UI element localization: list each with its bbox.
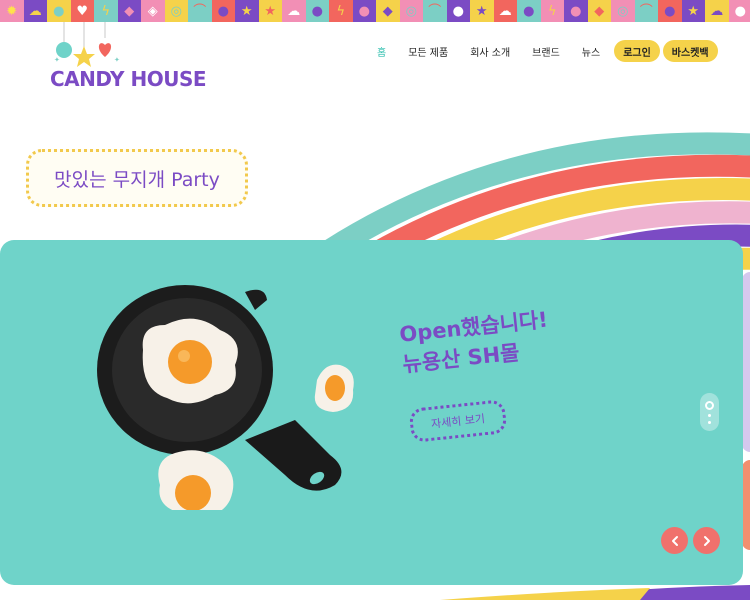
- bear-icon: ●: [728, 0, 750, 22]
- candy-pattern-strip: ✹ ☁ ● ♥ ϟ ◆ ◈ ◎ ⌒ ● ★ ★ ☁ ● ϟ ● ◆ ◎ ⌒ ● …: [0, 0, 750, 22]
- bear-icon: ●: [47, 0, 71, 22]
- svg-text:✦: ✦: [114, 56, 120, 64]
- lightning-icon: ϟ: [329, 0, 353, 22]
- pager-dot[interactable]: [708, 413, 711, 417]
- candy-icon: ◈: [141, 0, 165, 22]
- nav-item-news[interactable]: 뉴스: [571, 44, 611, 59]
- heart-icon: ♥: [70, 0, 94, 22]
- nav-item-about[interactable]: 회사 소개: [459, 44, 521, 59]
- view-details-label: 자세히 보기: [430, 412, 486, 431]
- candy-icon: ◆: [376, 0, 400, 22]
- nav-item-brand[interactable]: 브랜드: [521, 44, 571, 59]
- next-slide-button[interactable]: [693, 527, 720, 554]
- ring-icon: ◎: [611, 0, 635, 22]
- cane-icon: ⌒: [634, 0, 658, 22]
- hero-slider: [0, 240, 743, 585]
- bear-icon: ●: [517, 0, 541, 22]
- chevron-left-icon: [671, 535, 678, 546]
- nav-item-home[interactable]: 홈: [366, 44, 397, 59]
- lightning-icon: ϟ: [94, 0, 118, 22]
- circle-icon: ●: [564, 0, 588, 22]
- next-slide-peek: [742, 272, 750, 452]
- circle-icon: ●: [446, 0, 470, 22]
- brand-name: CANDY HOUSE: [50, 67, 207, 91]
- circle-icon: ●: [658, 0, 682, 22]
- nav-item-all-products[interactable]: 모든 제품: [397, 44, 459, 59]
- tagline-text: 맛있는 무지개 Party: [54, 168, 220, 191]
- slide-pager[interactable]: [700, 393, 719, 431]
- chevron-right-icon: [703, 535, 710, 546]
- pager-dot[interactable]: [708, 420, 711, 424]
- star-icon: ★: [470, 0, 494, 22]
- cloud-icon: ☁: [23, 0, 47, 22]
- bottom-rainbow-edge: [0, 585, 750, 600]
- cane-icon: ⌒: [423, 0, 447, 22]
- prev-slide-button[interactable]: [661, 527, 688, 554]
- cane-icon: ⌒: [188, 0, 212, 22]
- star-icon: ★: [681, 0, 705, 22]
- lightning-icon: ϟ: [540, 0, 564, 22]
- sun-icon: ✹: [0, 0, 24, 22]
- next-slide-peek-lower: [742, 460, 750, 550]
- circle-icon: ●: [211, 0, 235, 22]
- brand-logo[interactable]: ✦ ✦ CANDY HOUSE: [48, 22, 207, 92]
- login-button[interactable]: 로그인: [614, 40, 660, 62]
- cloud-icon: ☁: [493, 0, 517, 22]
- candy-icon: ◆: [117, 0, 141, 22]
- cart-button[interactable]: 바스켓백: [662, 40, 718, 62]
- ring-icon: ◎: [399, 0, 423, 22]
- logo-mobile-icon: ✦ ✦: [54, 22, 120, 67]
- tagline-badge: 맛있는 무지개 Party: [26, 149, 248, 207]
- bear-icon: ●: [305, 0, 329, 22]
- circle-icon: ●: [352, 0, 376, 22]
- main-navigation: 홈 모든 제품 회사 소개 브랜드 뉴스 로그인 바스켓백: [366, 40, 718, 62]
- star-icon: ★: [258, 0, 282, 22]
- frying-pan-eggs-image: [97, 285, 354, 510]
- ring-icon: ◎: [164, 0, 188, 22]
- candy-icon: ◆: [587, 0, 611, 22]
- svg-text:✦: ✦: [54, 56, 60, 64]
- cloud-icon: ☁: [282, 0, 306, 22]
- star-icon: ★: [235, 0, 259, 22]
- cloud-icon: ☁: [705, 0, 729, 22]
- pager-dot-active[interactable]: [705, 400, 714, 410]
